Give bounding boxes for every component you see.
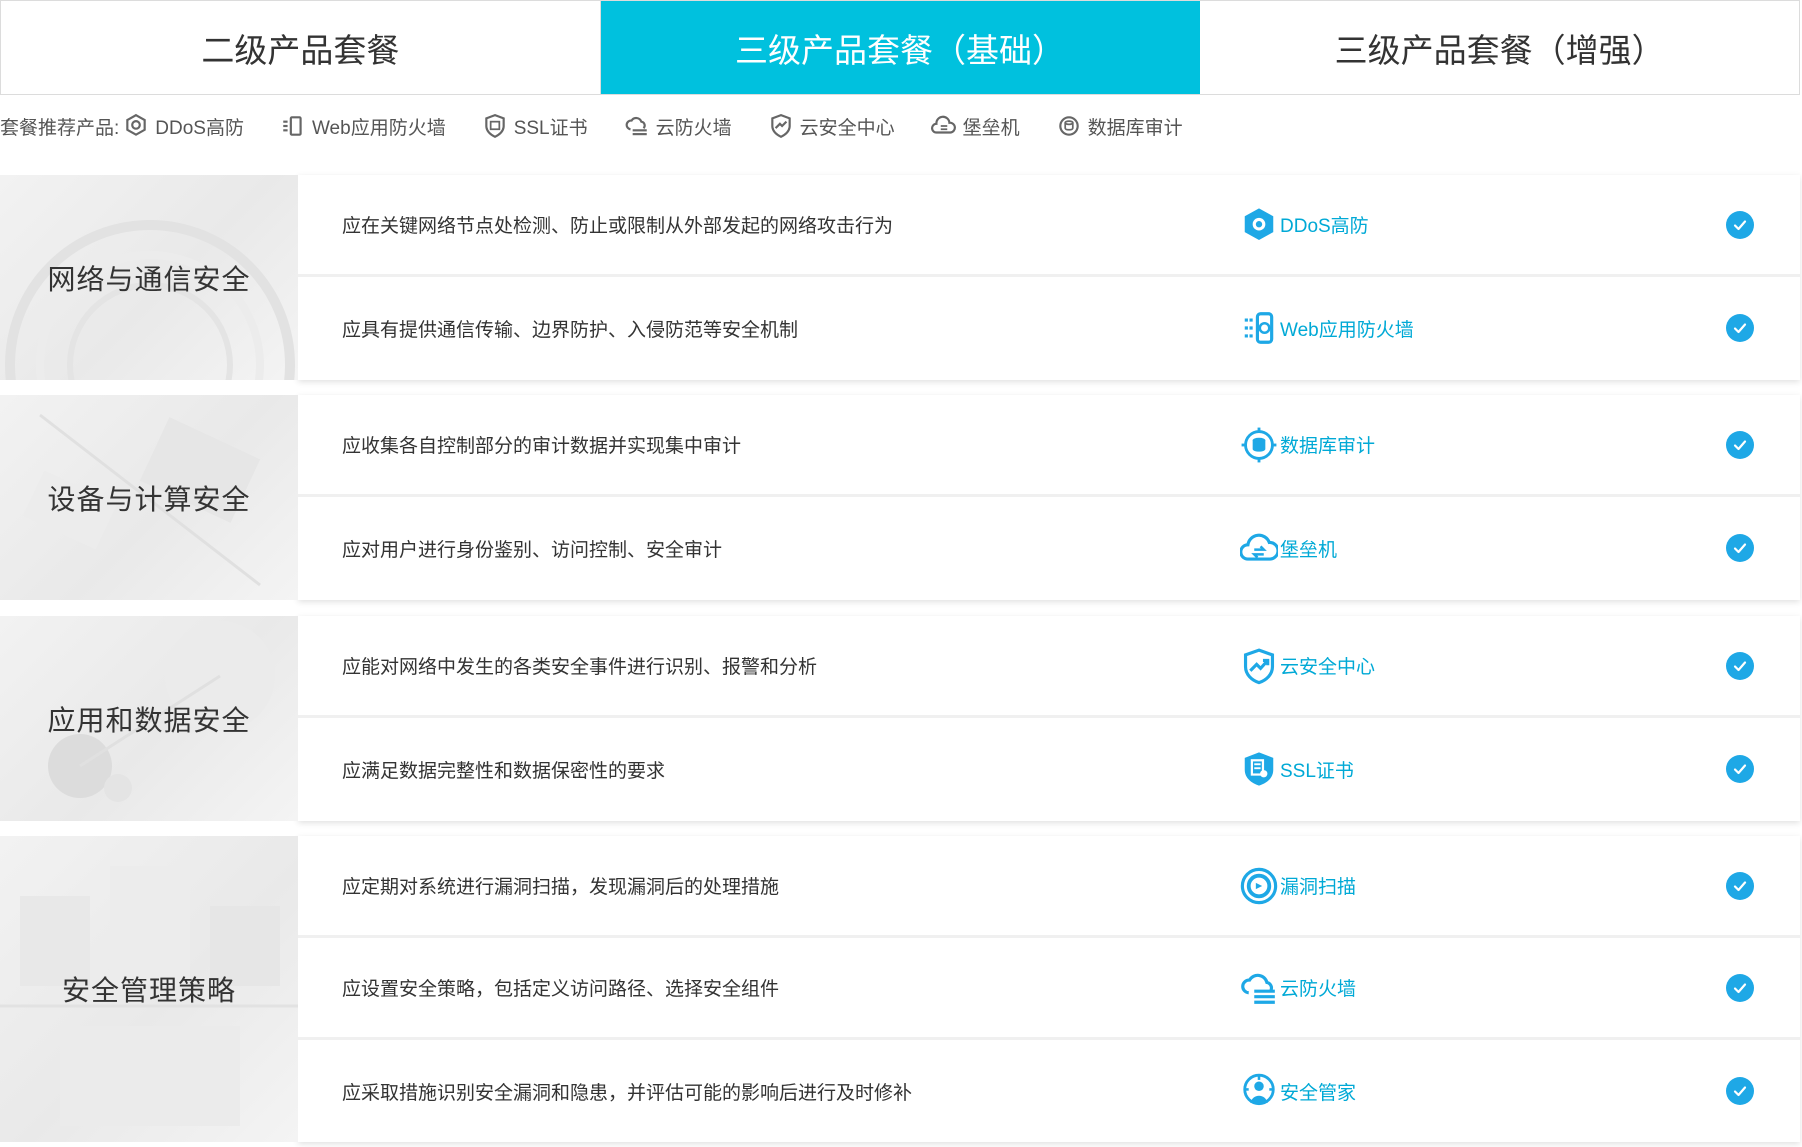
- product-label: 漏洞扫描: [1280, 877, 1357, 898]
- product-link-ssl[interactable]: SSL证书: [1240, 750, 1354, 788]
- product-label: 堡垒机: [1280, 539, 1338, 561]
- waf-icon: [283, 116, 302, 136]
- recommended-item-label: 数据库审计: [1087, 117, 1183, 139]
- security-center-icon: [1240, 647, 1278, 685]
- requirement-row: 应收集各自控制部分的审计数据并实现集中审计 数据库审计: [298, 395, 1800, 497]
- requirement-row: 应具有提供通信传输、边界防护、入侵防范等安全机制 Web应用防火墙: [298, 277, 1800, 379]
- group-label-panel: 网络与通信安全: [0, 175, 298, 380]
- recommended-item-label: 云防火墙: [655, 117, 732, 139]
- check-icon: [1726, 755, 1754, 783]
- security-butler-icon: [1240, 1072, 1278, 1110]
- product-link-vulnerability-scan[interactable]: 漏洞扫描: [1240, 867, 1356, 905]
- security-center-icon: [770, 114, 791, 139]
- check-icon: [1726, 210, 1754, 239]
- product-link-waf[interactable]: Web应用防火墙: [1240, 309, 1414, 347]
- requirement-row: 应对用户进行身份鉴别、访问控制、安全审计 堡垒机: [298, 497, 1800, 599]
- group-title: 网络与通信安全: [47, 263, 251, 295]
- requirement-rows: 应收集各自控制部分的审计数据并实现集中审计 数据库审计 应对用户进行身份鉴别、访…: [298, 395, 1800, 600]
- recommended-item-ddos[interactable]: DDoS高防: [123, 113, 244, 140]
- product-link-security-butler[interactable]: 安全管家: [1240, 1072, 1356, 1110]
- ssl-certificate-icon: [1240, 750, 1278, 788]
- group-network-communication-security: 网络与通信安全 应在关键网络节点处检测、防止或限制从外部发起的网络攻击行为 DD…: [0, 175, 1800, 380]
- group-title: 应用和数据安全: [47, 704, 251, 736]
- product-link-database-audit[interactable]: 数据库审计: [1240, 426, 1375, 464]
- product-label: Web应用防火墙: [1280, 319, 1414, 341]
- group-label-panel: 设备与计算安全: [0, 395, 298, 600]
- product-label: 安全管家: [1280, 1082, 1357, 1104]
- cloud-firewall-icon: [1240, 969, 1278, 1007]
- group-security-management-policy: 安全管理策略 应定期对系统进行漏洞扫描，发现漏洞后的处理措施 漏洞扫描 应设置安…: [0, 836, 1800, 1142]
- vulnerability-scan-icon: [1240, 867, 1278, 905]
- check-icon: [1726, 534, 1754, 562]
- requirement-rows: 应在关键网络节点处检测、防止或限制从外部发起的网络攻击行为 DDoS高防 应具有…: [298, 175, 1800, 380]
- recommended-item-label: 云安全中心: [799, 117, 895, 139]
- group-label-panel: 应用和数据安全: [0, 616, 298, 821]
- recommended-item-label: Web应用防火墙: [311, 117, 446, 139]
- recommended-item-label: SSL证书: [513, 117, 588, 139]
- recommended-item-security-center[interactable]: 云安全中心: [768, 113, 895, 140]
- recommended-products-bar: 套餐推荐产品: DDoS高防 Web应用防火墙 SSL证书 云防火墙 云安全中心…: [0, 108, 1219, 144]
- database-audit-icon: [1240, 426, 1278, 464]
- product-link-security-center[interactable]: 云安全中心: [1240, 647, 1375, 685]
- product-label: DDoS高防: [1280, 216, 1369, 237]
- bastion-host-icon: [1240, 529, 1278, 567]
- recommended-item-ssl[interactable]: SSL证书: [482, 113, 588, 140]
- requirement-row: 应设置安全策略，包括定义访问路径、选择安全组件 云防火墙: [298, 938, 1800, 1040]
- ssl-certificate-icon: [484, 114, 505, 139]
- product-link-bastion-host[interactable]: 堡垒机: [1240, 529, 1337, 567]
- requirement-row: 应满足数据完整性和数据保密性的要求 SSL证书: [298, 718, 1800, 820]
- ddos-shield-icon: [126, 113, 147, 136]
- requirement-text: 应具有提供通信传输、边界防护、入侵防范等安全机制: [342, 319, 799, 341]
- requirement-text: 应设置安全策略，包括定义访问路径、选择安全组件: [342, 979, 780, 1000]
- product-label: 数据库审计: [1280, 436, 1376, 457]
- recommended-item-cloud-firewall[interactable]: 云防火墙: [624, 113, 732, 140]
- group-device-computing-security: 设备与计算安全 应收集各自控制部分的审计数据并实现集中审计 数据库审计 应对用户…: [0, 395, 1800, 600]
- recommended-item-database-audit[interactable]: 数据库审计: [1056, 113, 1183, 140]
- bastion-host-icon: [930, 115, 956, 134]
- requirement-row: 应采取措施识别安全漏洞和隐患，并评估可能的影响后进行及时修补 安全管家: [298, 1040, 1800, 1142]
- product-label: 云防火墙: [1280, 979, 1357, 1000]
- check-icon: [1726, 651, 1754, 680]
- requirement-text: 应对用户进行身份鉴别、访问控制、安全审计: [342, 539, 723, 561]
- tab-level2-package[interactable]: 二级产品套餐: [1, 1, 601, 94]
- requirement-row: 应在关键网络节点处检测、防止或限制从外部发起的网络攻击行为 DDoS高防: [298, 175, 1800, 277]
- recommended-item-bastion-host[interactable]: 堡垒机: [930, 113, 1020, 140]
- recommended-item-label: 堡垒机: [962, 117, 1020, 139]
- product-link-ddos[interactable]: DDoS高防: [1240, 206, 1369, 244]
- database-audit-icon: [1058, 116, 1079, 136]
- tab-level3-enhanced-package[interactable]: 三级产品套餐（增强）: [1200, 1, 1801, 94]
- tab-level3-basic-package[interactable]: 三级产品套餐（基础）: [600, 1, 1201, 94]
- group-label-panel: 安全管理策略: [0, 836, 298, 1142]
- requirement-row: 应能对网络中发生的各类安全事件进行识别、报警和分析 云安全中心: [298, 616, 1800, 718]
- requirement-text: 应定期对系统进行漏洞扫描，发现漏洞后的处理措施: [342, 877, 780, 898]
- recommended-products-label: 套餐推荐产品:: [0, 117, 120, 139]
- product-link-cloud-firewall[interactable]: 云防火墙: [1240, 969, 1356, 1007]
- package-tabs: 二级产品套餐 三级产品套餐（基础） 三级产品套餐（增强）: [0, 0, 1801, 95]
- check-icon: [1726, 314, 1754, 342]
- check-icon: [1726, 973, 1754, 1002]
- requirement-text: 应收集各自控制部分的审计数据并实现集中审计: [342, 436, 742, 457]
- cloud-firewall-icon: [625, 116, 647, 136]
- requirement-text: 应采取措施识别安全漏洞和隐患，并评估可能的影响后进行及时修补: [342, 1082, 913, 1104]
- requirement-text: 应在关键网络节点处检测、防止或限制从外部发起的网络攻击行为: [342, 216, 894, 237]
- product-label: 云安全中心: [1280, 657, 1376, 678]
- requirement-row: 应定期对系统进行漏洞扫描，发现漏洞后的处理措施 漏洞扫描: [298, 836, 1800, 938]
- ddos-shield-icon: [1240, 206, 1278, 244]
- product-label: SSL证书: [1280, 760, 1354, 782]
- requirement-rows: 应定期对系统进行漏洞扫描，发现漏洞后的处理措施 漏洞扫描 应设置安全策略，包括定…: [298, 836, 1800, 1142]
- group-title: 安全管理策略: [61, 975, 236, 1006]
- group-title: 设备与计算安全: [47, 483, 251, 515]
- check-icon: [1726, 1077, 1754, 1105]
- requirement-rows: 应能对网络中发生的各类安全事件进行识别、报警和分析 云安全中心 应满足数据完整性…: [298, 616, 1800, 821]
- requirement-text: 应能对网络中发生的各类安全事件进行识别、报警和分析: [342, 657, 818, 678]
- check-icon: [1726, 430, 1754, 459]
- check-icon: [1726, 871, 1754, 900]
- group-application-data-security: 应用和数据安全 应能对网络中发生的各类安全事件进行识别、报警和分析 云安全中心 …: [0, 616, 1800, 821]
- recommended-item-waf[interactable]: Web应用防火墙: [280, 113, 446, 140]
- requirement-text: 应满足数据完整性和数据保密性的要求: [342, 760, 666, 782]
- waf-icon: [1240, 309, 1278, 347]
- recommended-item-label: DDoS高防: [155, 117, 244, 139]
